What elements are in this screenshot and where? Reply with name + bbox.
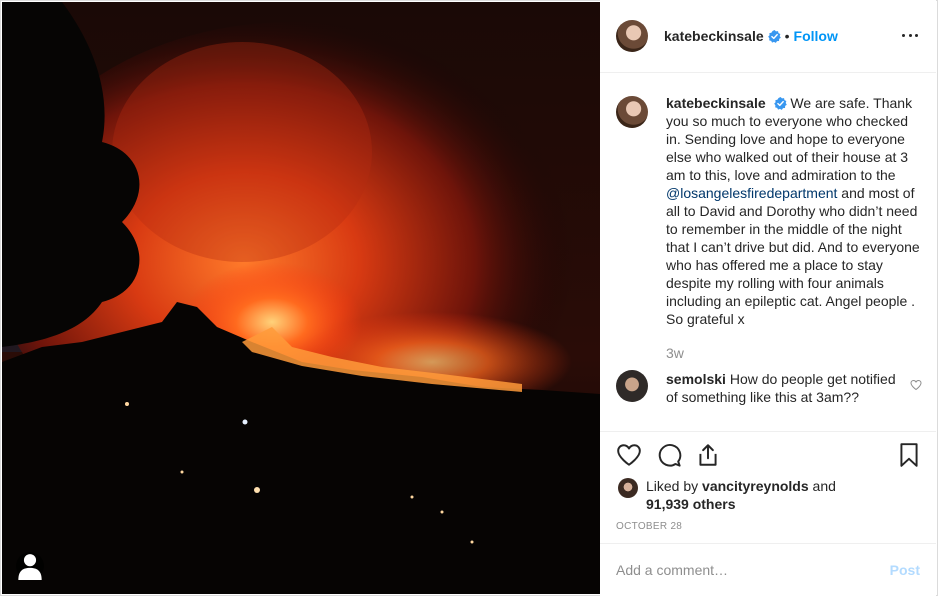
- post-caption: katebeckinsale We are safe. Thank you so…: [616, 94, 920, 328]
- verified-badge-icon: [773, 97, 787, 110]
- header-separator: •: [784, 28, 790, 44]
- add-comment-bar: Post: [600, 543, 936, 596]
- caption-age[interactable]: 3w: [666, 345, 684, 361]
- commenter-avatar[interactable]: [616, 370, 648, 402]
- caption-username[interactable]: katebeckinsale: [666, 95, 766, 111]
- comment-like-heart-icon[interactable]: [910, 379, 922, 391]
- author-username[interactable]: katebeckinsale: [664, 28, 764, 44]
- likes-conjunction: and: [812, 478, 836, 494]
- post-photo[interactable]: [2, 2, 600, 594]
- more-options-icon[interactable]: [902, 34, 918, 38]
- liker-avatar[interactable]: [618, 478, 638, 498]
- post-actions: [616, 442, 922, 470]
- liker-username[interactable]: vancityreynolds: [702, 478, 809, 494]
- likes-summary: Liked by vancityreynolds and 91,939 other…: [618, 477, 896, 513]
- caption-text: katebeckinsale We are safe. Thank you so…: [666, 94, 920, 328]
- post-date[interactable]: OCTOBER 28: [616, 521, 682, 532]
- post-comment-button[interactable]: Post: [890, 562, 920, 578]
- wildfire-photo: [2, 2, 600, 594]
- share-icon[interactable]: [695, 442, 721, 468]
- likes-count[interactable]: 91,939 others: [646, 496, 736, 512]
- verified-badge-icon: [767, 29, 781, 43]
- caption-body-end: and most of all to David and Dorothy who…: [666, 185, 920, 327]
- divider: [600, 431, 936, 432]
- likes-text: Liked by vancityreynolds and 91,939 other…: [646, 477, 896, 513]
- commenter-username[interactable]: semolski: [666, 371, 726, 387]
- comment-text: semolski How do people get notified of s…: [666, 370, 906, 406]
- author-avatar[interactable]: [616, 20, 648, 52]
- person-icon: [18, 554, 42, 580]
- likes-prefix: Liked by: [646, 478, 699, 494]
- follow-button[interactable]: Follow: [794, 28, 838, 44]
- post-sidebar: katebeckinsale • Follow katebeckinsale W…: [600, 0, 936, 596]
- bookmark-icon[interactable]: [896, 442, 922, 468]
- comment-item: semolski How do people get notified of s…: [616, 370, 906, 406]
- add-comment-input[interactable]: [616, 562, 890, 578]
- caption-mention-link[interactable]: @losangelesfiredepartment: [666, 185, 837, 201]
- heart-icon[interactable]: [616, 442, 642, 468]
- comment-bubble-icon[interactable]: [656, 442, 682, 468]
- post-header: katebeckinsale • Follow: [600, 0, 936, 73]
- comments-section: katebeckinsale We are safe. Thank you so…: [600, 74, 936, 430]
- user-tag-icon[interactable]: [16, 552, 44, 580]
- caption-avatar[interactable]: [616, 96, 648, 128]
